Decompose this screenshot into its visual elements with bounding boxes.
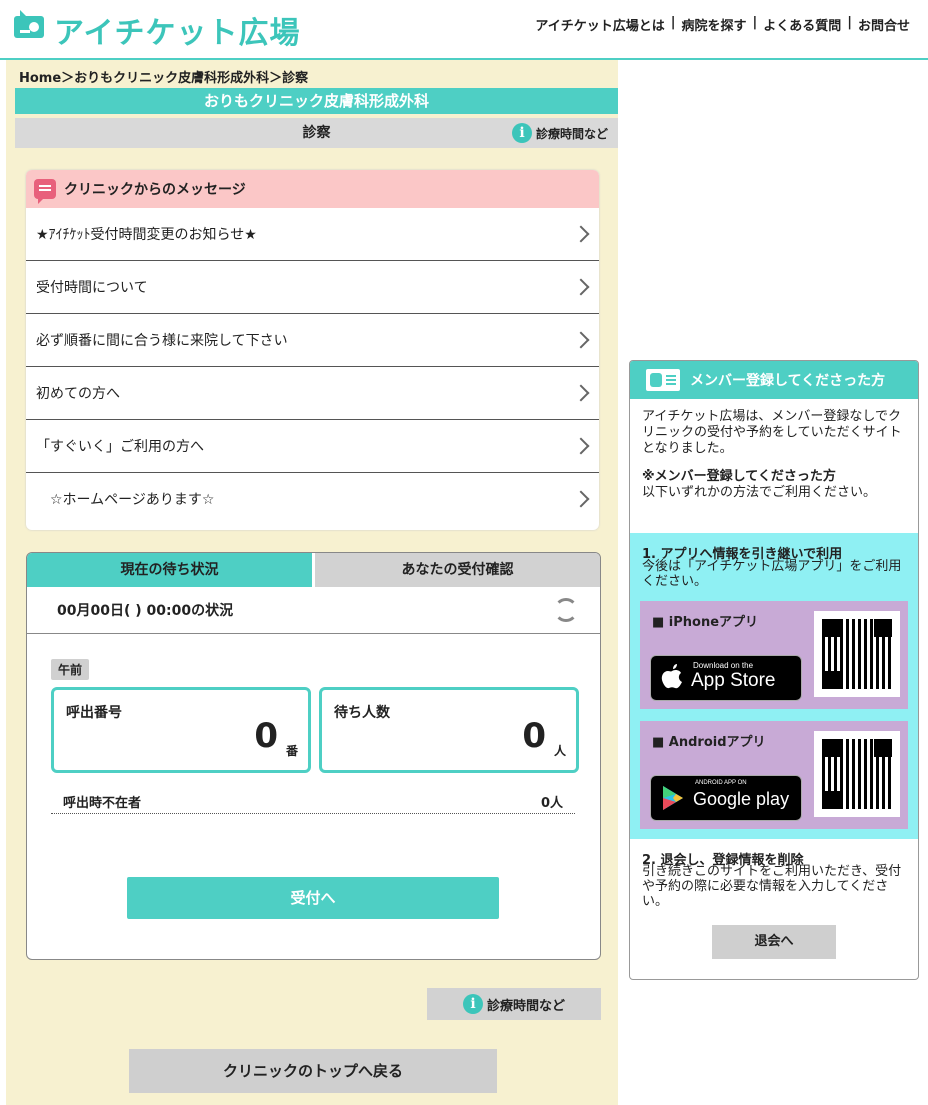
member-notice-panel: メンバー登録してくださった方 アイチケット広場は、メンバー登録なしでクリニックの… (629, 360, 919, 980)
department-bar: 診察 i 診療時間など (15, 118, 618, 148)
member-notice-header: メンバー登録してくださった方 (630, 361, 918, 399)
back-to-clinic-button[interactable]: クリニックのトップへ戻る (129, 1049, 497, 1093)
nav-contact[interactable]: お問合せ (852, 15, 916, 34)
message-label: 必ず順番に間に合う様に来院して下さい (36, 333, 288, 349)
member-note-title: ※メンバー登録してくださった方 (642, 469, 836, 484)
iphone-app-card: ■ iPhoneアプリ Download on the App Store (640, 601, 908, 709)
android-app-card: ■ Androidアプリ ANDROID APP ON Google play (640, 721, 908, 829)
tab-my-reception[interactable]: あなたの受付確認 (312, 553, 600, 587)
waiting-count-unit: 人 (553, 744, 566, 758)
nav-about[interactable]: アイチケット広場とは (529, 15, 670, 34)
message-item[interactable]: ☆ホームページあります☆ (26, 473, 599, 525)
chevron-right-icon (572, 331, 590, 349)
clinic-messages: クリニックからのメッセージ ★ｱｲﾁｹｯﾄ受付時間変更のお知らせ★ 受付時間につ… (26, 170, 599, 530)
refresh-icon[interactable] (554, 598, 578, 622)
chevron-right-icon (572, 225, 590, 243)
site-header: アイチケット広場 アイチケット広場とは | 病院を探す | よくある質問 | お… (0, 0, 928, 60)
withdraw-button[interactable]: 退会へ (712, 925, 836, 959)
app-store-small-text: Download on the (693, 661, 754, 670)
message-label: 初めての方へ (36, 386, 120, 402)
messages-title: クリニックからのメッセージ (64, 182, 246, 198)
waiting-status-panel: 現在の待ち状況 あなたの受付確認 00月00日( ) 00:00の状況 午前 呼… (26, 552, 601, 960)
withdraw-desc: 引き続きこのサイトをご利用いただき、受付や予約の際に必要な情報を入力してください… (642, 864, 902, 909)
call-number-value: 0 (254, 716, 278, 756)
top-nav: アイチケット広場とは | 病院を探す | よくある質問 | お問合せ (529, 15, 916, 34)
absent-value: 0人 (540, 796, 563, 811)
hours-link-label: 診療時間など (535, 126, 608, 141)
nav-find-hospital[interactable]: 病院を探す (675, 15, 752, 34)
google-play-small-text: ANDROID APP ON (695, 780, 747, 786)
status-tabs: 現在の待ち状況 あなたの受付確認 (27, 553, 600, 587)
message-label: 受付時間について (36, 280, 148, 296)
apple-icon (661, 664, 682, 689)
member-note-text: 以下いずれかの方法でご利用ください。 (642, 485, 877, 500)
member-card-icon (646, 369, 680, 391)
main-column: Home＞おりもクリニック皮膚科形成外科＞診察 おりもクリニック皮膚科形成外科 … (6, 60, 618, 1105)
message-item[interactable]: 受付時間について (26, 261, 599, 314)
app-store-big-text: App Store (691, 670, 776, 691)
google-play-badge[interactable]: ANDROID APP ON Google play (650, 775, 802, 821)
message-label: 「すぐいく」ご利用の方へ (36, 439, 204, 455)
logo-icon[interactable] (14, 10, 46, 40)
app-section: 1. アプリへ情報を引き継いで利用 今後は「アイチケット広場アプリ」をご利用くだ… (630, 533, 918, 839)
waiting-count-value: 0 (522, 716, 546, 756)
member-notice-title: メンバー登録してくださった方 (690, 373, 886, 389)
member-notice-body: アイチケット広場は、メンバー登録なしでクリニックの受付や予約をしていただくサイト… (630, 399, 918, 501)
status-time-row: 00月00日( ) 00:00の状況 (27, 587, 600, 634)
chevron-right-icon (572, 490, 590, 508)
nav-faq[interactable]: よくある質問 (757, 15, 847, 34)
absent-row: 呼出時不在者 0人 (51, 789, 575, 814)
status-time: 00月00日( ) 00:00の状況 (57, 603, 234, 619)
tab-current-status[interactable]: 現在の待ち状況 (27, 553, 312, 587)
hours-button-label: 診療時間など (486, 998, 565, 1014)
message-item[interactable]: ★ｱｲﾁｹｯﾄ受付時間変更のお知らせ★ (26, 208, 599, 261)
waiting-count-label: 待ち人数 (334, 705, 390, 721)
clinic-name: おりもクリニック皮膚科形成外科 (15, 88, 618, 114)
site-logo[interactable]: アイチケット広場 (54, 8, 301, 52)
call-number-label: 呼出番号 (66, 705, 122, 721)
call-number-box: 呼出番号 0 番 (51, 687, 311, 773)
google-play-icon (663, 786, 683, 810)
iphone-qr-code (814, 611, 900, 697)
info-icon: i (462, 994, 483, 1014)
message-item[interactable]: 初めての方へ (26, 367, 599, 420)
android-qr-code (814, 731, 900, 817)
waiting-count-box: 待ち人数 0 人 (319, 687, 579, 773)
info-icon: i (511, 123, 532, 143)
message-label: ☆ホームページあります☆ (36, 492, 215, 508)
message-label: ★ｱｲﾁｹｯﾄ受付時間変更のお知らせ★ (36, 227, 257, 243)
member-intro: アイチケット広場は、メンバー登録なしでクリニックの受付や予約をしていただくサイト… (642, 409, 902, 456)
hours-button[interactable]: i 診療時間など (427, 988, 601, 1020)
iphone-app-label: ■ iPhoneアプリ (652, 615, 759, 630)
messages-header: クリニックからのメッセージ (26, 170, 599, 208)
chevron-right-icon (572, 437, 590, 455)
message-icon (34, 179, 56, 204)
chevron-right-icon (572, 278, 590, 296)
chevron-right-icon (572, 384, 590, 402)
breadcrumb[interactable]: Home＞おりもクリニック皮膚科形成外科＞診察 (19, 67, 308, 86)
app-store-badge[interactable]: Download on the App Store (650, 655, 802, 701)
app-section-desc: 今後は「アイチケット広場アプリ」をご利用ください。 (642, 559, 902, 589)
android-app-label: ■ Androidアプリ (652, 735, 766, 750)
absent-label: 呼出時不在者 (63, 796, 142, 811)
period-badge: 午前 (51, 659, 90, 680)
google-play-big-text: Google play (693, 789, 790, 809)
register-button[interactable]: 受付へ (127, 877, 499, 919)
message-item[interactable]: 必ず順番に間に合う様に来院して下さい (26, 314, 599, 367)
hours-link[interactable]: i 診療時間など (511, 123, 608, 143)
message-item[interactable]: 「すぐいく」ご利用の方へ (26, 420, 599, 473)
call-number-unit: 番 (285, 744, 298, 758)
